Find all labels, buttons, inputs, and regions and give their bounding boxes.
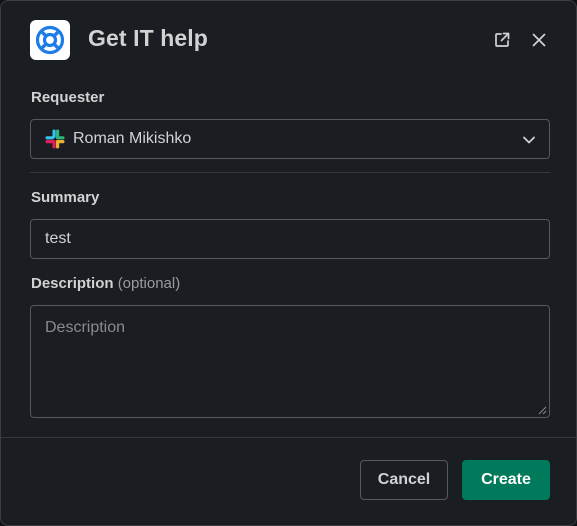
- optional-hint: (optional): [117, 275, 181, 292]
- summary-value: test: [45, 230, 71, 247]
- section-divider: [30, 172, 550, 173]
- description-placeholder: Description: [45, 319, 126, 336]
- create-button[interactable]: Create: [462, 460, 550, 500]
- lifebuoy-icon: [35, 25, 65, 55]
- open-in-new-window-button[interactable]: [491, 29, 513, 51]
- description-textarea[interactable]: Description: [30, 305, 550, 418]
- close-button[interactable]: [528, 29, 550, 51]
- app-logo: [30, 20, 70, 60]
- summary-label: Summary: [31, 189, 100, 206]
- requester-value: Roman Mikishko: [73, 130, 192, 147]
- modal-header: Get IT help: [1, 1, 576, 81]
- description-label: Description (optional): [31, 275, 180, 292]
- summary-input[interactable]: test: [30, 219, 550, 259]
- chevron-down-icon: [523, 136, 535, 144]
- requester-select[interactable]: Roman Mikishko: [30, 119, 550, 159]
- cancel-button[interactable]: Cancel: [360, 460, 448, 500]
- modal-title: Get IT help: [88, 25, 208, 51]
- slack-logo-icon: [45, 129, 65, 149]
- requester-label: Requester: [31, 89, 105, 106]
- resize-handle-icon[interactable]: [538, 406, 547, 415]
- external-link-icon: [495, 32, 510, 47]
- close-icon: [532, 33, 546, 47]
- description-label-text: Description: [31, 275, 114, 292]
- get-it-help-modal: Get IT help Requester Roman Mikishko Sum…: [0, 0, 577, 526]
- footer-divider: [1, 437, 576, 438]
